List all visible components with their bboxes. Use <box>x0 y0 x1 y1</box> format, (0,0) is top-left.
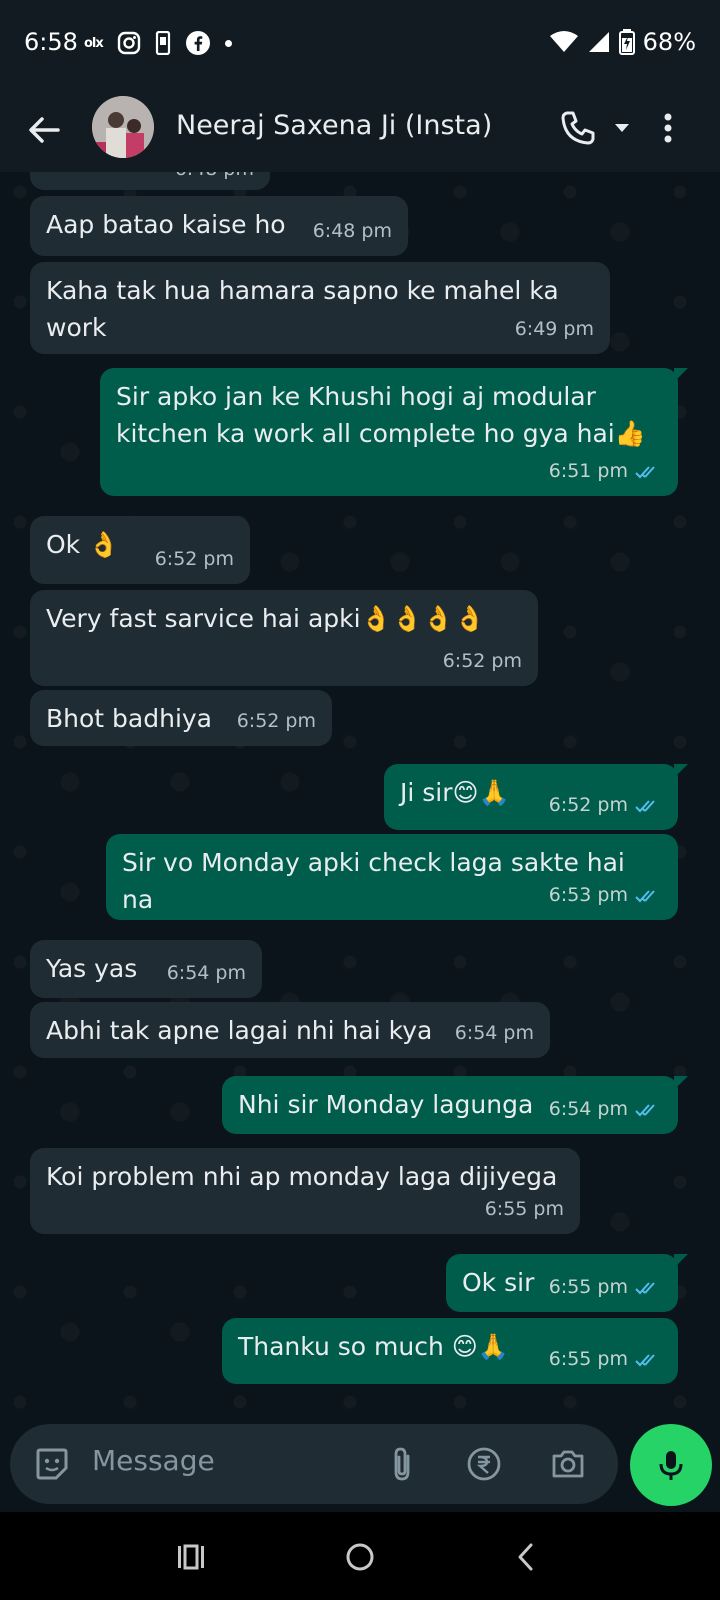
message-time: 6:54 pm <box>166 962 246 984</box>
call-icon[interactable] <box>558 108 598 148</box>
message-time: 6:52 pm <box>442 650 522 672</box>
read-ticks-icon <box>635 465 655 478</box>
message-text: Koi problem nhi ap monday laga dijiyega <box>46 1162 558 1191</box>
message-text: Ok sir <box>462 1268 535 1297</box>
message-bubble-incoming[interactable]: Ok 👌 6:52 pm <box>30 516 250 584</box>
message-bubble-incoming[interactable]: Koi problem nhi ap monday laga dijiyega … <box>30 1148 580 1234</box>
message-bubble-outgoing[interactable]: Sir vo Monday apki check laga sakte hai … <box>106 834 678 920</box>
message-bubble-outgoing[interactable]: Ok sir 6:55 pm <box>446 1254 688 1312</box>
message-text: Abhi tak apne lagai nhi hai kya <box>46 1016 433 1045</box>
dropdown-icon[interactable] <box>602 108 642 148</box>
back-arrow-icon[interactable] <box>22 108 66 152</box>
wifi-icon <box>549 31 578 52</box>
contact-name[interactable]: Neeraj Saxena Ji (Insta) <box>176 110 492 141</box>
message-time: 6:54 pm <box>454 1022 534 1044</box>
message-bubble-incoming[interactable]: 6:48 pm <box>30 172 270 190</box>
system-icons: 68% <box>549 28 696 56</box>
system-nav-bar <box>0 1512 720 1600</box>
message-time: 6:55 pm <box>548 1348 628 1370</box>
message-input[interactable]: Message <box>92 1444 215 1477</box>
chat-header: Neeraj Saxena Ji (Insta) <box>0 88 720 172</box>
message-bubble-incoming[interactable]: Bhot badhiya 6:52 pm <box>30 690 332 746</box>
message-text: Ok 👌 <box>46 530 120 559</box>
facebook-icon <box>185 31 210 55</box>
message-text: Yas yas <box>46 954 138 983</box>
status-bar: 6:58 olx 68% <box>0 0 720 88</box>
message-bubble-outgoing[interactable]: Nhi sir Monday lagunga 6:54 pm <box>222 1076 688 1134</box>
read-ticks-icon <box>635 1281 655 1294</box>
signal-icon <box>588 32 609 52</box>
read-ticks-icon <box>635 799 655 812</box>
mic-button[interactable] <box>630 1424 712 1506</box>
message-bubble-incoming[interactable]: Yas yas 6:54 pm <box>30 940 262 998</box>
battery-percentage: 68% <box>642 28 696 56</box>
recent-apps-icon[interactable] <box>174 1540 208 1574</box>
read-ticks-icon <box>635 1353 655 1366</box>
camera-icon[interactable] <box>548 1444 588 1484</box>
read-ticks-icon <box>635 889 655 902</box>
message-time: 6:52 pm <box>236 710 316 732</box>
message-text: Nhi sir Monday lagunga <box>238 1090 534 1119</box>
message-bubble-incoming[interactable]: Aap batao kaise ho 6:48 pm <box>30 196 408 256</box>
message-text: Thanku so much 😊🙏 <box>238 1332 509 1361</box>
message-text: Aap batao kaise ho <box>46 210 286 239</box>
attach-icon[interactable] <box>382 1444 422 1484</box>
device-icon <box>155 31 170 55</box>
message-time: 6:55 pm <box>484 1198 564 1220</box>
notification-icons: olx <box>84 30 232 56</box>
message-time: 6:53 pm <box>548 884 628 906</box>
message-time: 6:51 pm <box>548 460 628 482</box>
instagram-icon <box>117 31 140 55</box>
contact-avatar[interactable] <box>92 96 154 158</box>
message-bubble-incoming[interactable]: Abhi tak apne lagai nhi hai kya 6:54 pm <box>30 1002 550 1058</box>
message-text: Ji sir😊🙏 <box>400 778 510 807</box>
message-time: 6:52 pm <box>548 794 628 816</box>
message-text: Bhot badhiya <box>46 704 213 733</box>
battery-icon <box>618 29 635 55</box>
more-vert-icon[interactable] <box>648 108 688 148</box>
message-text: Kaha tak hua hamara sapno ke mahel ka wo… <box>46 276 559 342</box>
home-icon[interactable] <box>343 1540 377 1574</box>
message-bubble-outgoing[interactable]: Thanku so much 😊🙏 6:55 pm <box>222 1318 678 1384</box>
message-text: Very fast sarvice hai apki👌👌👌👌 <box>46 604 486 633</box>
olx-icon: olx <box>84 35 104 51</box>
message-bubble-incoming[interactable]: Kaha tak hua hamara sapno ke mahel ka wo… <box>30 262 610 354</box>
message-time: 6:48 pm <box>312 220 392 242</box>
message-time: 6:48 pm <box>175 172 254 188</box>
avatar-photo <box>92 96 154 158</box>
rupee-icon[interactable] <box>464 1444 504 1484</box>
message-bubble-outgoing[interactable]: Sir apko jan ke Khushi hogi aj modular k… <box>100 368 688 496</box>
message-time: 6:55 pm <box>548 1276 628 1298</box>
message-bubble-outgoing[interactable]: Ji sir😊🙏 6:52 pm <box>384 764 688 830</box>
status-time: 6:58 <box>24 28 78 56</box>
message-time: 6:52 pm <box>154 548 234 570</box>
more-notifications-dot <box>224 39 232 47</box>
message-time: 6:54 pm <box>548 1098 628 1120</box>
message-text: Sir apko jan ke Khushi hogi aj modular k… <box>116 382 646 448</box>
message-composer[interactable]: Message <box>10 1424 618 1504</box>
message-time: 6:49 pm <box>514 318 594 340</box>
message-bubble-incoming[interactable]: Very fast sarvice hai apki👌👌👌👌 6:52 pm <box>30 590 538 686</box>
read-ticks-icon <box>635 1103 655 1116</box>
mic-icon <box>659 1451 683 1480</box>
sticker-icon[interactable] <box>32 1444 72 1484</box>
back-nav-icon[interactable] <box>510 1540 544 1574</box>
message-list[interactable]: 6:48 pm Aap batao kaise ho 6:48 pm Kaha … <box>0 172 720 1420</box>
